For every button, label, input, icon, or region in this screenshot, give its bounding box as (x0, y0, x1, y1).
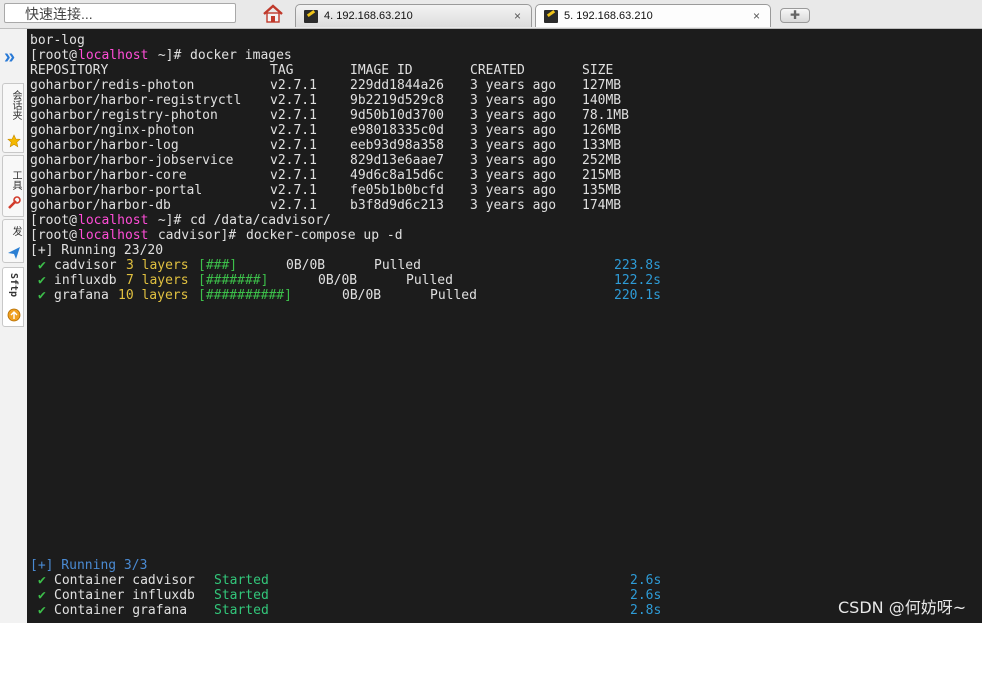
container-row: ✔ Container influxdb Started 2.6s (38, 588, 662, 603)
quick-connect-input[interactable]: 快速连接... (4, 3, 236, 23)
close-icon[interactable]: × (753, 5, 760, 27)
command-line: [root@ localhost ~]# cd /data/cadvisor/ (30, 213, 331, 228)
terminal-session-icon (304, 10, 318, 23)
sidebar-item-sessions[interactable]: 会话夹 (2, 83, 24, 153)
sidebar-item-label: 会话夹 (10, 90, 21, 120)
expand-arrow-icon[interactable]: » (4, 47, 15, 67)
sidebar-item-label: 工具 (10, 170, 21, 190)
check-icon: ✔ (38, 603, 46, 618)
tab-session-5[interactable]: 5. 192.168.63.210 × (535, 4, 771, 27)
sftp-icon (7, 308, 21, 322)
pull-row: ✔ cadvisor 3 layers [###] 0B/0B Pulled 2… (38, 258, 661, 273)
check-icon: ✔ (38, 573, 46, 588)
check-icon: ✔ (38, 273, 46, 288)
command-line: [root@ localhost cadvisor]# docker-compos… (30, 228, 403, 243)
watermark: CSDN @何妨呀~ (838, 598, 967, 617)
close-icon[interactable]: × (514, 5, 521, 27)
left-sidebar: » 会话夹 工具 发 Sftp (0, 29, 28, 623)
check-icon: ✔ (38, 588, 46, 603)
sidebar-item-sftp[interactable]: Sftp (2, 267, 24, 327)
check-icon: ✔ (38, 288, 46, 303)
tab-label: 4. 192.168.63.210 (324, 10, 413, 22)
tab-label: 5. 192.168.63.210 (564, 10, 653, 22)
container-row: ✔ Container grafana Started 2.8s (38, 603, 662, 618)
sidebar-item-send[interactable]: 发 (2, 219, 24, 263)
send-icon (8, 247, 20, 259)
tab-session-4[interactable]: 4. 192.168.63.210 × (295, 4, 532, 27)
sidebar-item-tools[interactable]: 工具 (2, 155, 24, 217)
pull-row: ✔ influxdb 7 layers [#######] 0B/0B Pull… (38, 273, 661, 288)
top-toolbar: 快速连接... 4. 192.168.63.210 × 5. 192.168.6… (0, 0, 982, 29)
home-icon[interactable] (262, 4, 284, 24)
terminal-session-icon (544, 10, 558, 23)
command-line: [root@ localhost ~]# docker images (30, 48, 292, 63)
star-icon (7, 134, 21, 148)
images-table-header: REPOSITORY TAG IMAGE ID CREATED SIZE (30, 63, 614, 78)
tools-icon (8, 196, 21, 209)
sidebar-item-label: 发 (10, 226, 21, 236)
check-icon: ✔ (38, 258, 46, 273)
terminal-screen[interactable]: bor-log [root@ localhost ~]# docker image… (27, 29, 982, 623)
new-tab-button[interactable]: ✚ (780, 8, 810, 23)
container-row: ✔ Container cadvisor Started 2.6s (38, 573, 662, 588)
pull-row: ✔ grafana 10 layers [##########] 0B/0B P… (38, 288, 661, 303)
sidebar-item-label: Sftp (8, 273, 19, 298)
